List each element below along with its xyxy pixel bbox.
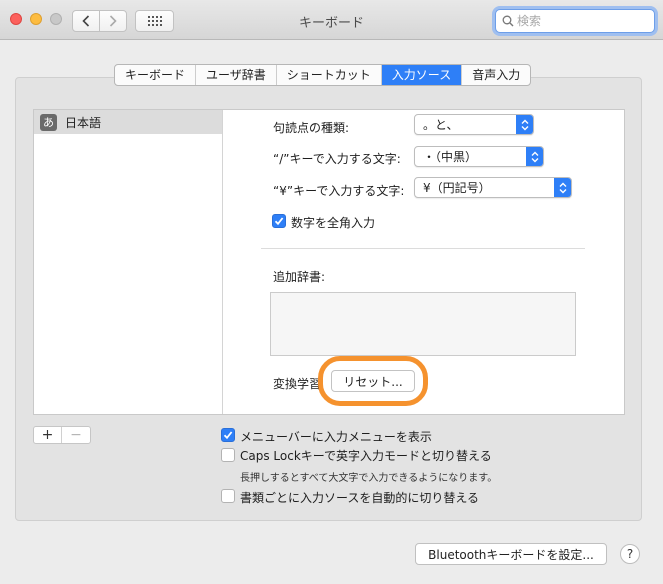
slash-key-popup[interactable]: ・（中黒） <box>414 146 544 167</box>
add-source-button[interactable]: + <box>34 427 62 443</box>
title-bar: キーボード <box>0 0 663 40</box>
setup-bluetooth-keyboard-button[interactable]: Bluetoothキーボードを設定... <box>415 543 607 565</box>
fullwidth-numbers-checkbox[interactable] <box>272 214 286 228</box>
caps-lock-hint: 長押しするとすべて大文字で入力できるようになります。 <box>240 473 498 484</box>
show-input-menu-label: メニューバーに入力メニューを表示 <box>240 430 432 444</box>
conversion-learning-label: 変換学習 <box>273 377 322 391</box>
extra-dictionary-list[interactable] <box>270 292 576 356</box>
auto-switch-checkbox[interactable] <box>221 489 235 503</box>
yen-key-popup[interactable]: ¥（円記号） <box>414 177 572 198</box>
caps-lock-switch-label: Caps Lockキーで英字入力モードと切り替える <box>240 449 492 463</box>
yen-key-value: ¥（円記号） <box>423 181 491 195</box>
slash-key-label: “/”キーで入力する文字: <box>273 152 401 166</box>
section-divider <box>261 248 585 249</box>
list-item-label: 日本語 <box>65 115 102 130</box>
list-item[interactable]: あ 日本語 <box>34 110 222 134</box>
updown-arrows-icon <box>526 147 543 166</box>
help-button[interactable]: ? <box>620 544 640 564</box>
punctuation-value: 。と、 <box>423 118 459 132</box>
extra-dictionary-label: 追加辞書: <box>273 270 326 284</box>
show-input-menu-checkbox[interactable] <box>221 428 235 442</box>
add-remove-control: + − <box>33 426 91 444</box>
search-input[interactable] <box>517 14 647 28</box>
tab-bar: キーボード ユーザ辞書 ショートカット 入力ソース 音声入力 <box>114 64 532 86</box>
updown-arrows-icon <box>554 178 571 197</box>
updown-arrows-icon <box>516 115 533 134</box>
slash-key-value: ・（中黒） <box>423 150 478 164</box>
tab-shortcuts[interactable]: ショートカット <box>277 65 382 85</box>
fullwidth-numbers-label: 数字を全角入力 <box>291 216 376 230</box>
punctuation-label: 句読点の種類: <box>273 121 350 135</box>
punctuation-popup[interactable]: 。と、 <box>414 114 534 135</box>
caps-lock-switch-checkbox[interactable] <box>221 448 235 462</box>
tab-user-dictionary[interactable]: ユーザ辞書 <box>196 65 277 85</box>
hiragana-a-icon: あ <box>40 113 57 131</box>
yen-key-label: “¥”キーで入力する文字: <box>273 184 405 198</box>
search-field[interactable] <box>495 9 655 33</box>
checkmark-icon <box>274 217 284 226</box>
search-icon <box>502 15 514 27</box>
tab-keyboard[interactable]: キーボード <box>115 65 197 85</box>
tab-dictation[interactable]: 音声入力 <box>462 65 530 85</box>
input-source-list: あ 日本語 <box>34 110 223 414</box>
tab-input-sources[interactable]: 入力ソース <box>381 65 463 85</box>
checkmark-icon <box>223 431 233 440</box>
auto-switch-label: 書類ごとに入力ソースを自動的に切り替える <box>240 491 480 505</box>
reset-learning-button[interactable]: リセット... <box>331 370 415 392</box>
remove-source-button[interactable]: − <box>62 427 90 443</box>
